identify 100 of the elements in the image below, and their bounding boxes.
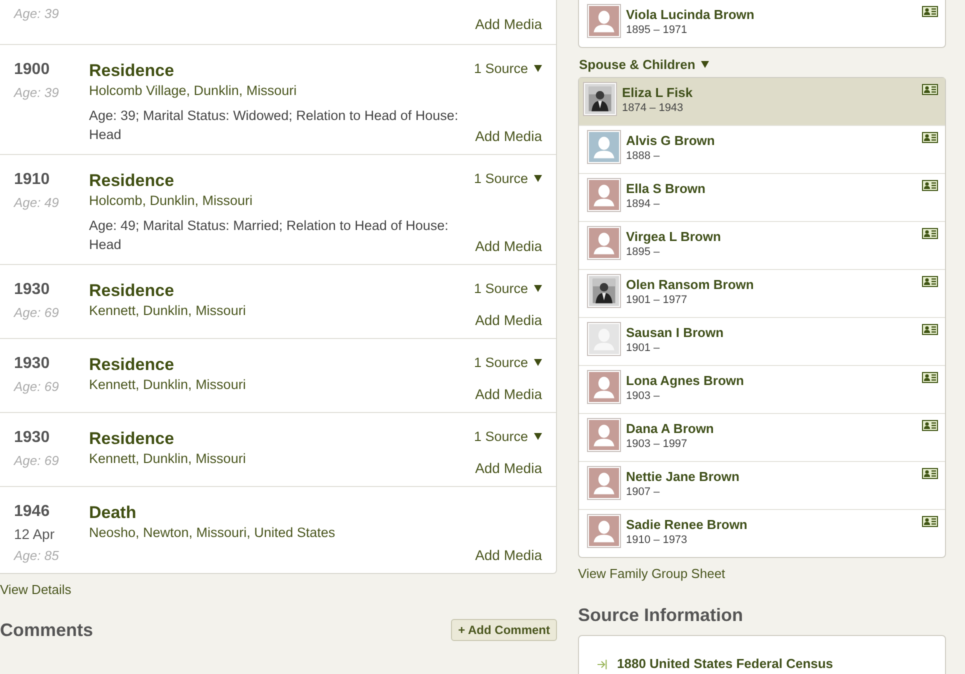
person-dates: 1903 – <box>626 390 661 402</box>
section-heading: Comments <box>0 620 94 640</box>
add-media-link[interactable]: Add Media <box>475 238 542 254</box>
caret-icon <box>534 285 542 292</box>
person-row[interactable]: Sausan I Brown 1901 – <box>579 317 945 365</box>
caret-icon <box>534 175 542 182</box>
event-place: Kennett, Dunklin, Missouri <box>89 303 247 318</box>
event-age: Age: 49 <box>14 195 60 210</box>
contact-card-icon <box>922 324 938 335</box>
person-dates: 1901 – 1977 <box>626 294 688 306</box>
event-detail: Age: 39; Marital Status: Widowed; Relation to Head of House: Head <box>89 107 460 144</box>
event-title: Residence <box>89 429 176 449</box>
event-age: Age: 39 <box>14 6 60 21</box>
caret-icon <box>534 65 542 72</box>
event-place: Kennett, Dunklin, Missouri <box>89 377 247 392</box>
event-title: Residence <box>89 61 176 81</box>
event-place: Holcomb, Dunklin, Missouri <box>89 193 254 208</box>
section-heading: Source Information <box>578 605 744 626</box>
contact-card-icon <box>922 132 938 143</box>
contact-card-icon <box>922 6 938 17</box>
contact-card-icon <box>922 420 938 431</box>
sources-toggle[interactable]: 1 Source <box>474 355 528 370</box>
person-dates: 1903 – 1997 <box>626 438 688 450</box>
person-dates: 1888 – <box>626 150 661 162</box>
contact-card-icon <box>922 516 938 527</box>
person-row[interactable]: Lona Agnes Brown 1903 – <box>579 365 945 413</box>
person-name: Sadie Renee Brown <box>626 517 748 532</box>
person-row[interactable]: Nettie Jane Brown 1907 – <box>579 461 945 509</box>
person-dates: 1907 – <box>626 486 661 498</box>
avatar-icon <box>587 418 621 452</box>
person-name: Sausan I Brown <box>626 325 725 340</box>
person-dates: 1874 – 1943 <box>622 102 684 114</box>
section-toggle[interactable]: Spouse & Children <box>579 57 696 72</box>
contact-card-icon <box>922 84 938 95</box>
view-details-link[interactable]: View Details <box>0 582 72 597</box>
person-dates: 1901 – <box>626 342 661 354</box>
person-name: Olen Ransom Brown <box>626 277 755 292</box>
add-media-link[interactable]: Add Media <box>475 16 542 32</box>
person-name: Lona Agnes Brown <box>626 373 745 388</box>
avatar-icon <box>587 178 621 212</box>
sources-toggle[interactable]: 1 Source <box>474 429 528 444</box>
avatar-icon <box>587 514 621 548</box>
person-row[interactable]: Olen Ransom Brown 1901 – 1977 <box>579 269 945 317</box>
event-year: 1910 <box>14 171 51 189</box>
person-name: Nettie Jane Brown <box>626 469 740 484</box>
person-row[interactable]: Ella S Brown 1894 – <box>579 173 945 221</box>
person-row[interactable]: Eliza L Fisk 1874 – 1943 <box>579 78 945 125</box>
event-year: 1900 <box>14 61 51 79</box>
add-media-link[interactable]: Add Media <box>475 460 542 476</box>
event-year: 1946 <box>14 503 51 521</box>
contact-card-icon <box>922 180 938 191</box>
event-year: 1930 <box>14 355 51 373</box>
event-title: Residence <box>89 171 176 191</box>
event-year: 1930 <box>14 429 51 447</box>
add-media-link[interactable]: Add Media <box>475 547 542 563</box>
event-age: Age: 69 <box>14 379 60 394</box>
event-place: Kennett, Dunklin, Missouri <box>89 451 247 466</box>
person-dates: 1895 – <box>626 246 661 258</box>
add-media-link[interactable]: Add Media <box>475 312 542 328</box>
avatar-icon <box>587 130 621 164</box>
caret-icon <box>534 433 542 440</box>
avatar-icon <box>587 4 621 38</box>
sources-toggle[interactable]: 1 Source <box>474 61 528 76</box>
person-name: Ella S Brown <box>626 181 706 196</box>
sources-toggle[interactable]: 1 Source <box>474 171 528 186</box>
add-comment-button[interactable]: + Add Comment <box>451 619 557 641</box>
group-sheet-link[interactable]: View Family Group Sheet <box>578 566 726 581</box>
contact-card-icon <box>922 468 938 479</box>
avatar-icon <box>587 322 621 356</box>
event-place: Neosho, Newton, Missouri, United States <box>89 525 336 540</box>
person-row[interactable]: Alvis G Brown 1888 – <box>579 125 945 173</box>
event-title: Residence <box>89 355 176 375</box>
person-row[interactable]: Sadie Renee Brown 1910 – 1973 <box>579 509 945 557</box>
contact-card-icon <box>922 372 938 383</box>
person-dates: 1895 – 1971 <box>626 24 688 36</box>
person-row[interactable]: Dana A Brown 1903 – 1997 <box>579 413 945 461</box>
person-name: Virgea L Brown <box>626 229 722 244</box>
person-dates: 1910 – 1973 <box>626 534 688 546</box>
event-date: 12 Apr <box>14 526 56 542</box>
event-title: Residence <box>89 281 176 301</box>
caret-icon <box>701 61 710 68</box>
event-detail: Age: 49; Marital Status: Married; Relation to Head of House: Head <box>89 217 450 254</box>
event-age: Age: 85 <box>14 548 60 563</box>
avatar-icon <box>587 370 621 404</box>
person-name: Viola Lucinda Brown <box>626 7 756 22</box>
event-age: Age: 39 <box>14 85 60 100</box>
source-link[interactable]: 1880 United States Federal Census <box>617 656 834 671</box>
event-place: Holcomb Village, Dunklin, Missouri <box>89 83 298 98</box>
sources-toggle[interactable]: 1 Source <box>474 281 528 296</box>
person-row[interactable]: Virgea L Brown 1895 – <box>579 221 945 269</box>
person-name: Eliza L Fisk <box>622 85 694 100</box>
add-media-link[interactable]: Add Media <box>475 128 542 144</box>
person-name: Alvis G Brown <box>626 133 716 148</box>
person-dates: 1894 – <box>626 198 661 210</box>
person-row[interactable]: Viola Lucinda Brown 1895 – 1971 <box>579 0 945 47</box>
person-name: Dana A Brown <box>626 421 715 436</box>
event-year: 1930 <box>14 281 51 299</box>
avatar-icon <box>587 226 621 260</box>
add-media-link[interactable]: Add Media <box>475 386 542 402</box>
event-age: Age: 69 <box>14 305 60 320</box>
